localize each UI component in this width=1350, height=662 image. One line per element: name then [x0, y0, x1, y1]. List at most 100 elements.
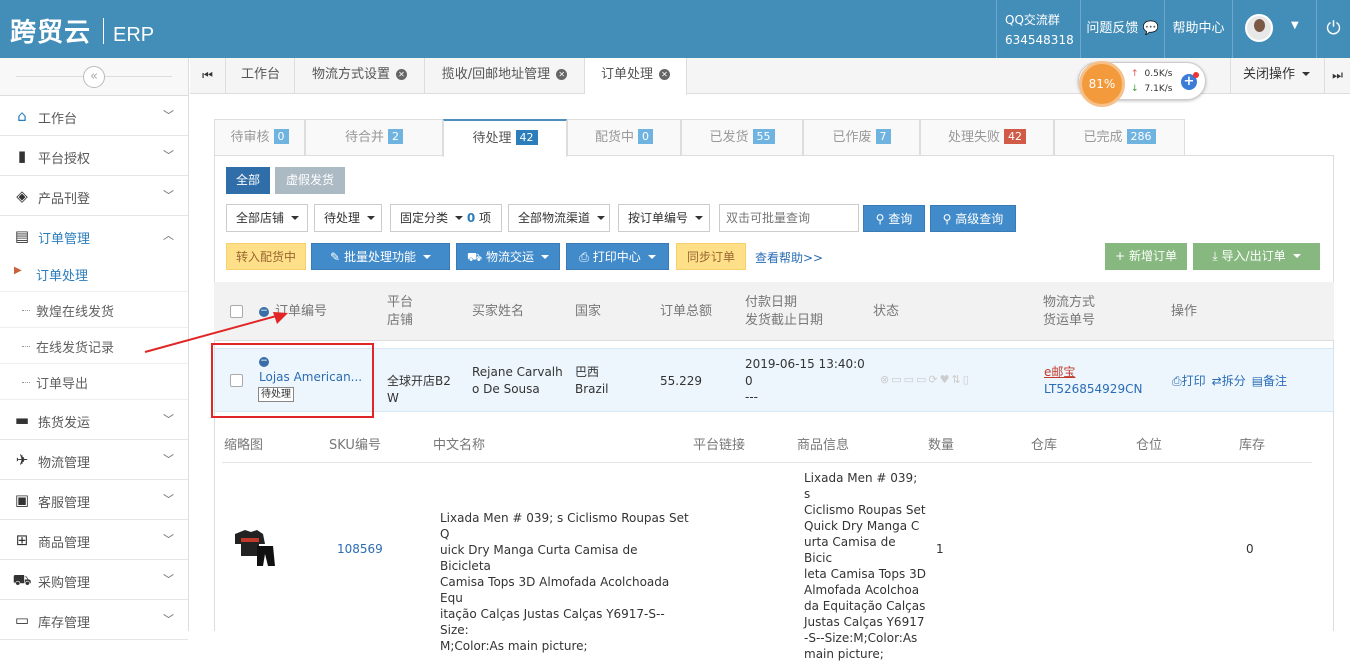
- col-platform-link: 平台链接: [693, 438, 746, 453]
- new-order-label: 新增订单: [1128, 249, 1177, 263]
- truck-icon: ▬: [14, 411, 30, 429]
- info-line: Quick Dry Manga C: [804, 519, 920, 533]
- virtual-shipping-button[interactable]: 虚假发货: [275, 167, 345, 194]
- status-tab-pending-process[interactable]: 待处理 42: [443, 119, 567, 157]
- info-line: -S--Size:M;Color:As: [804, 631, 918, 645]
- tab-order-processing[interactable]: 订单处理 ✕: [585, 58, 687, 95]
- memory-percent: 81%: [1079, 61, 1125, 107]
- count-badge: 7: [875, 129, 891, 144]
- sidebar-item-label: 商品管理: [38, 536, 91, 551]
- search-field-select[interactable]: 按订单编号: [618, 204, 710, 232]
- tab-address-management[interactable]: 揽收/回邮地址管理 ✕: [425, 58, 585, 94]
- category-select[interactable]: 固定分类 0 项: [390, 204, 502, 232]
- col-country: 国家: [575, 304, 602, 319]
- note-action[interactable]: ▤备注: [1252, 374, 1287, 388]
- sidebar-item-picking[interactable]: ▬ 拣货发运 ﹀: [0, 400, 188, 440]
- shop-select[interactable]: 全部店铺: [226, 204, 308, 232]
- sidebar-item-order-management[interactable]: ▤ 订单管理 ︿: [0, 216, 188, 256]
- chevron-up-icon: ︿: [163, 229, 174, 242]
- collapse-icon[interactable]: «: [83, 66, 105, 88]
- sidebar-sub-label: 订单导出: [36, 377, 89, 392]
- sidebar-item-platform-auth[interactable]: ▮ 平台授权 ﹀: [0, 136, 188, 176]
- tab-scroll-left-icon[interactable]: ⏮: [190, 58, 226, 94]
- batch-process-button[interactable]: ✎ 批量处理功能: [311, 243, 450, 270]
- shipping-method-link[interactable]: e邮宝: [1044, 364, 1075, 381]
- sidebar-item-customer-service[interactable]: ▣ 客服管理 ﹀: [0, 480, 188, 520]
- status-tab-pending-review[interactable]: 待审核 0: [214, 119, 305, 156]
- status-tab-shipped[interactable]: 已发货 55: [681, 119, 803, 156]
- close-ops-label: 关闭操作: [1242, 67, 1295, 82]
- close-icon[interactable]: ✕: [659, 69, 670, 80]
- sidebar-item-workbench[interactable]: ⌂ 工作台 ﹀: [0, 96, 188, 136]
- sidebar-item-inventory[interactable]: ▭ 库存管理 ﹀: [0, 600, 188, 640]
- chevron-down-icon: ﹀: [163, 413, 174, 426]
- tab-logistics-settings[interactable]: 物流方式设置 ✕: [295, 58, 425, 94]
- print-icon: ⎙: [579, 250, 589, 264]
- user-menu[interactable]: ▼: [1232, 0, 1316, 58]
- tab-scroll-right-icon[interactable]: ⏭: [1324, 58, 1350, 94]
- print-center-button[interactable]: ⎙ 打印中心: [566, 243, 669, 270]
- sidebar-item-goods[interactable]: ⊞ 商品管理 ﹀: [0, 520, 188, 560]
- all-orders-button[interactable]: 全部: [226, 167, 270, 194]
- tab-workbench[interactable]: 工作台: [227, 58, 295, 94]
- to-allocation-button[interactable]: 转入配货中: [226, 243, 306, 270]
- status-tab-allocating[interactable]: 配货中 0: [567, 119, 681, 156]
- status-tab-failed[interactable]: 处理失败 42: [920, 119, 1054, 156]
- import-export-button[interactable]: ⤓ 导入/出订单: [1193, 243, 1320, 270]
- sidebar-item-product-listing[interactable]: ◈ 产品刊登 ﹀: [0, 176, 188, 216]
- search-input[interactable]: [719, 204, 859, 232]
- sku-link[interactable]: 108569: [337, 542, 383, 556]
- help-link[interactable]: 查看帮助>>: [755, 249, 823, 266]
- info-line: da Equitação Calças: [804, 599, 926, 613]
- query-button[interactable]: ⚲ 查询: [863, 205, 925, 232]
- sidebar-item-purchase[interactable]: ⛟ 采购管理 ﹀: [0, 560, 188, 600]
- plus-icon[interactable]: +: [1181, 72, 1199, 90]
- count-badge: 286: [1126, 129, 1156, 144]
- download-icon: ⤓: [1212, 249, 1218, 263]
- status-tab-pending-merge[interactable]: 待合并 2: [305, 119, 443, 156]
- channel-select[interactable]: 全部物流渠道: [508, 204, 610, 232]
- dotted-line: [22, 346, 30, 347]
- sidebar-item-label: 采购管理: [38, 576, 91, 591]
- sidebar-item-label: 平台授权: [38, 152, 91, 167]
- order-total: 55.229: [660, 374, 702, 388]
- feedback-button[interactable]: 问题反馈 💬: [1080, 0, 1164, 58]
- ship-deadline: ---: [745, 390, 758, 404]
- split-action[interactable]: ⇄拆分: [1212, 374, 1246, 388]
- product-thumbnail[interactable]: [231, 528, 277, 570]
- name-line: Camisa Tops 3D Almofada Acolchoada Equ: [440, 575, 670, 605]
- sidebar-sub-order-export[interactable]: 订单导出: [0, 364, 188, 400]
- status-tab-voided[interactable]: 已作废 7: [803, 119, 920, 156]
- sync-orders-button[interactable]: 同步订单: [676, 243, 746, 270]
- close-icon[interactable]: ✕: [396, 69, 407, 80]
- advanced-query-button[interactable]: ⚲ 高级查询: [930, 205, 1016, 232]
- sidebar-item-logistics[interactable]: ✈ 物流管理 ﹀: [0, 440, 188, 480]
- status-tab-completed[interactable]: 已完成 286: [1054, 119, 1185, 156]
- print-icon: ⎙: [1172, 374, 1182, 388]
- new-order-button[interactable]: + 新增订单: [1105, 243, 1187, 270]
- cart-icon: ⛟: [12, 571, 32, 589]
- chevron-down-icon: ﹀: [163, 493, 174, 506]
- country-cn: 巴西: [575, 365, 600, 379]
- close-operations-dropdown[interactable]: 关闭操作: [1230, 58, 1322, 94]
- print-action[interactable]: ⎙打印: [1172, 374, 1206, 388]
- caret-right-icon: ▶: [14, 265, 22, 276]
- name-line: M;Color:As main picture;: [440, 639, 588, 653]
- power-icon[interactable]: ⏻: [1316, 0, 1350, 58]
- qq-group[interactable]: QQ交流群 634548318: [996, 0, 1074, 58]
- logistics-ship-button[interactable]: ⛟ 物流交运: [456, 243, 560, 270]
- name-line: itação Calças Justas Calças Y6917-S--Siz…: [440, 607, 665, 637]
- select-value: 固定分类: [400, 211, 449, 225]
- gift-icon: ⊞: [15, 531, 29, 549]
- state-select[interactable]: 待处理: [314, 204, 382, 232]
- sidebar-collapse-row: «: [0, 58, 188, 96]
- bookmark-icon: ▮: [17, 147, 27, 165]
- note-icon: ▤: [1251, 374, 1264, 388]
- sidebar-sub-order-processing[interactable]: ▶ 订单处理: [0, 256, 188, 292]
- close-icon[interactable]: ✕: [556, 69, 568, 80]
- help-center-button[interactable]: 帮助中心: [1164, 0, 1232, 58]
- logistics-label: 物流交运: [485, 250, 534, 264]
- chevron-down-icon: ﹀: [163, 533, 174, 546]
- qq-label: QQ交流群: [1005, 13, 1060, 27]
- network-speed-widget[interactable]: 81% ↑ 0.5K/s ↓ 7.1K/s +: [1078, 61, 1206, 107]
